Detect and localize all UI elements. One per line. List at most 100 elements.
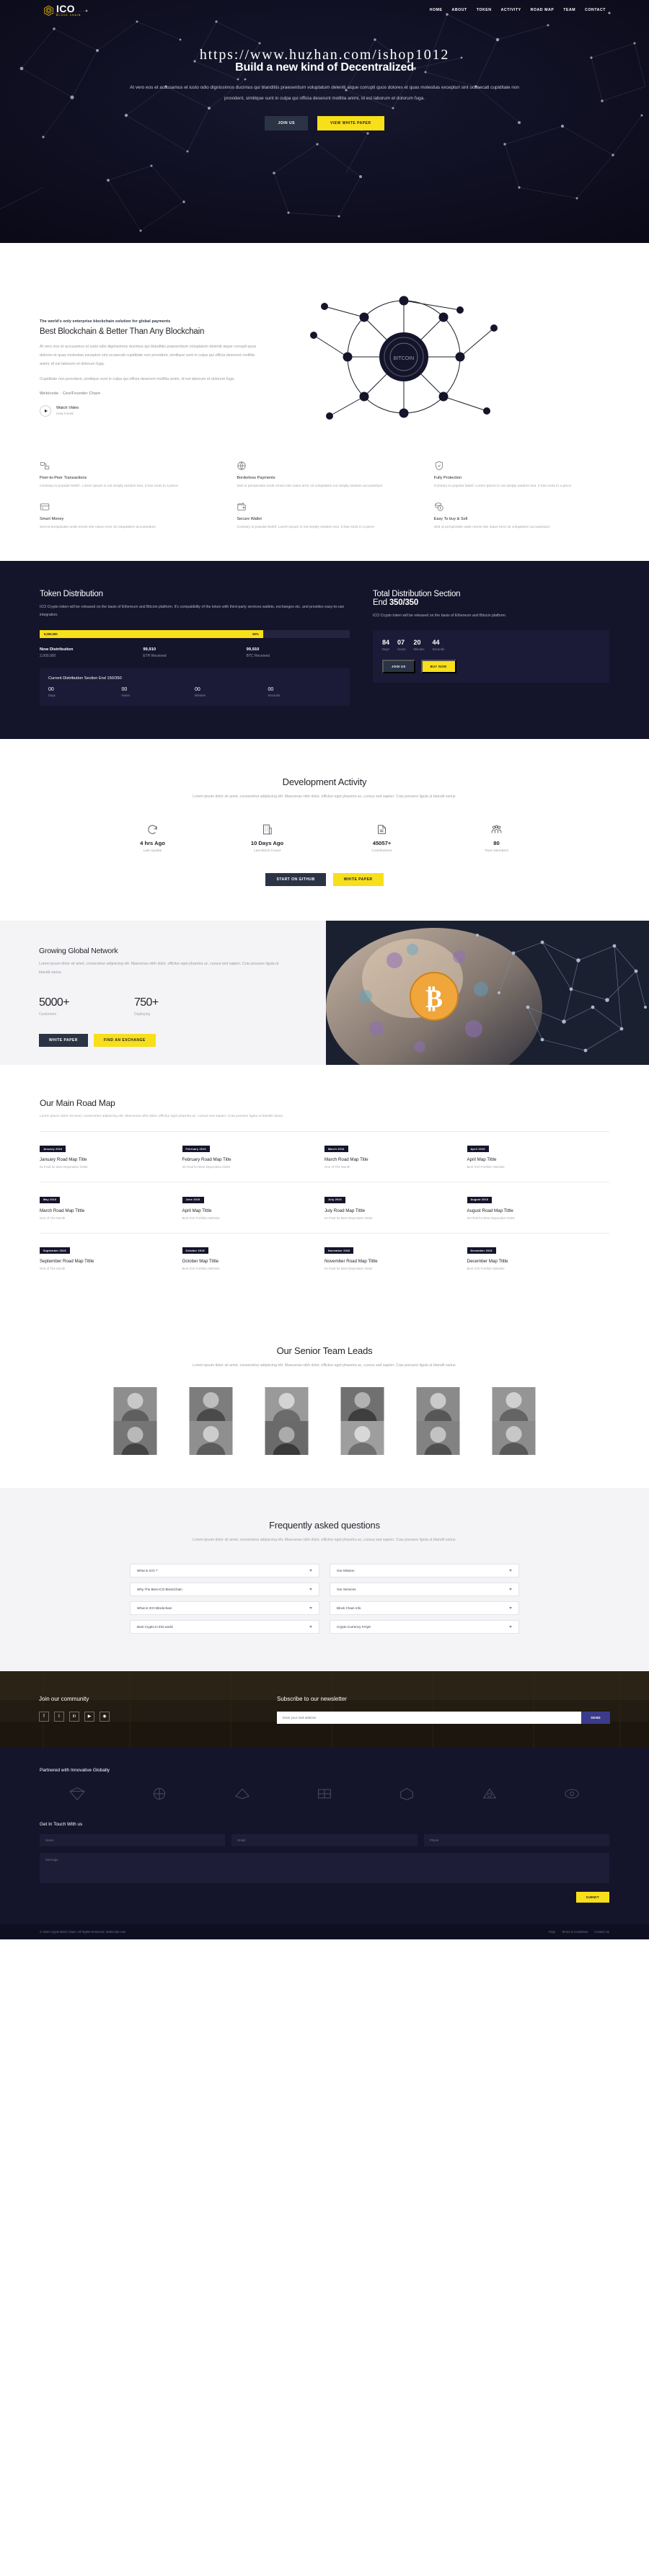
partner-logo[interactable] [451, 1784, 526, 1803]
roadmap-item[interactable]: February 2016 February Road Map Title It… [182, 1130, 324, 1182]
countdown-unit: 00 Seconds [268, 687, 342, 697]
network-white-paper-button[interactable]: WHITE PAPER [39, 1034, 88, 1048]
roadmap-badge: September 2016 [40, 1247, 70, 1254]
nav-links[interactable]: HOME ABOUT TOKEN ACTIVITY ROAD MAP TEAM … [430, 8, 606, 12]
main-navigation[interactable]: ICO BLOCK CHAIN HOME ABOUT TOKEN ACTIVIT… [0, 0, 649, 17]
contact-message-textarea[interactable] [40, 1852, 609, 1883]
start-on-github-button[interactable]: START ON GITHUB [265, 873, 326, 887]
footer-link-contact[interactable]: Contact Us [594, 1930, 609, 1934]
team-member-photo[interactable] [400, 1387, 476, 1422]
youtube-icon[interactable]: ▶ [84, 1711, 94, 1722]
feature-card: Fully Protection Contrary to popular bel… [434, 461, 609, 490]
countdown-unit: 00 Hours [122, 687, 195, 697]
roadmap-item[interactable]: September 2016 September Road Map Tittle… [40, 1232, 182, 1284]
team-member-photo[interactable] [97, 1421, 173, 1456]
dev-white-paper-button[interactable]: WHITE PAPER [332, 873, 384, 887]
total-heading-line1: Total Distribution Section [373, 589, 461, 598]
team-member-photo[interactable] [97, 1387, 173, 1422]
team-member-photo[interactable] [173, 1387, 249, 1422]
countdown-label: Minutes [195, 694, 206, 697]
contact-submit-button[interactable]: SUBMIT [575, 1891, 609, 1903]
roadmap-badge: January 2016 [40, 1146, 66, 1152]
about-paragraph-2: Cupiditate non provident, similique sunt… [40, 377, 235, 382]
nav-item-about[interactable]: ABOUT [452, 8, 467, 12]
footer-link-terms[interactable]: Terms & Conditions [562, 1930, 588, 1934]
dev-stat: 45057+ Contributions [344, 823, 420, 853]
roadmap-item[interactable]: March 2016 March Road Map Title One of T… [324, 1130, 467, 1182]
instagram-icon[interactable]: ◉ [100, 1711, 110, 1722]
roadmap-item[interactable]: August 2016 August Road Map Tittle Its F… [467, 1182, 609, 1233]
newsletter-send-button[interactable]: SEND [581, 1711, 610, 1724]
roadmap-item[interactable]: June 2016 April Map Tittle Best ICO Port… [182, 1182, 324, 1233]
hero-subtitle: At vero eos et accusamus et iusto odio d… [130, 85, 519, 101]
partner-logo[interactable] [122, 1784, 197, 1803]
faq-accordion-item[interactable]: Our Services [330, 1582, 519, 1596]
team-member-photo[interactable] [476, 1387, 552, 1422]
nav-item-contact[interactable]: CONTACT [585, 8, 606, 12]
faq-question: What is ICO ? [137, 1568, 158, 1572]
team-member-photo[interactable] [400, 1421, 476, 1456]
contact-phone-input[interactable] [423, 1833, 609, 1846]
chevron-down-icon [509, 1588, 512, 1590]
contact-email-input[interactable] [231, 1833, 418, 1846]
linkedin-icon[interactable]: in [69, 1711, 79, 1722]
nav-item-team[interactable]: TEAM [563, 8, 575, 12]
roadmap-subtitle: Its Final for Best Deperation Order [324, 1267, 373, 1270]
faq-accordion-item[interactable]: Our Mission [330, 1563, 519, 1577]
roadmap-item[interactable]: January 2016 January Road Map Title Its … [40, 1130, 182, 1182]
faq-accordion-item[interactable]: Crypto Currency FAQS [330, 1619, 519, 1634]
faq-question: Block Chain Info [337, 1606, 361, 1610]
logo[interactable]: ICO BLOCK CHAIN [43, 4, 81, 17]
faq-accordion-item[interactable]: Block Chain Info [330, 1601, 519, 1615]
faq-accordion-item[interactable]: Best Crypto in this world [130, 1619, 319, 1634]
team-member-photo[interactable] [476, 1421, 552, 1456]
roadmap-item[interactable]: April 2016 April Map Tittle Best ICO Por… [467, 1130, 609, 1182]
feature-title: Easy To buy & Sell [433, 517, 468, 522]
view-white-paper-button[interactable]: VIEW WHITE PAPER [317, 115, 384, 130]
nav-item-activity[interactable]: ACTIVITY [501, 8, 521, 12]
distribution-progress-bar: 9,000,000 50% [40, 630, 350, 638]
contact-name-input[interactable] [40, 1833, 226, 1846]
team-member-photo[interactable] [249, 1387, 324, 1422]
social-links[interactable]: f t in ▶ ◉ [39, 1711, 277, 1722]
roadmap-item[interactable]: May 2016 March Road Map Tittle One of Th… [40, 1182, 182, 1233]
twitter-icon[interactable]: t [54, 1711, 64, 1722]
newsletter-email-input[interactable] [277, 1711, 582, 1724]
team-member-photo[interactable] [173, 1421, 249, 1456]
roadmap-item[interactable]: December 2016 December Map Tittle Best I… [467, 1232, 609, 1284]
footer-link-faqs[interactable]: Faqs [549, 1930, 555, 1934]
nav-item-token[interactable]: TOKEN [477, 8, 492, 12]
footer-links[interactable]: Faqs Terms & Conditions Contact Us [549, 1930, 609, 1934]
stat-value: ETH Received [143, 654, 167, 658]
partner-logo[interactable] [205, 1784, 280, 1803]
roadmap-subtitle: Its Final for Best Deperation Order [40, 1165, 88, 1169]
nav-item-home[interactable]: HOME [430, 8, 443, 12]
faq-accordion-item[interactable]: What is ICO ? [130, 1563, 319, 1577]
partner-logo[interactable] [40, 1784, 115, 1803]
countdown-number: 00 [121, 687, 128, 692]
watch-video-button[interactable]: Watch Video How it work [40, 404, 263, 417]
team-member-photo[interactable] [324, 1387, 400, 1422]
hero-title: Build a new kind of Decentralized [235, 61, 414, 74]
nav-item-road-map[interactable]: ROAD MAP [531, 8, 555, 12]
team-member-photo[interactable] [324, 1421, 400, 1456]
feature-title: Peer-to-Peer Transactions [40, 476, 87, 480]
partner-logo[interactable] [534, 1784, 609, 1803]
roadmap-item[interactable]: July 2016 July Road Map Tittle Its Final… [324, 1182, 467, 1233]
token-join-us-button[interactable]: JOIN US [382, 660, 415, 674]
countdown-unit: 00 Days [48, 687, 122, 697]
join-us-button[interactable]: JOIN US [265, 115, 308, 130]
find-an-exchange-button[interactable]: FIND AN EXCHANGE [93, 1034, 156, 1048]
facebook-icon[interactable]: f [39, 1711, 49, 1722]
roadmap-title: April Map Tittle [182, 1208, 212, 1213]
faq-accordion-item[interactable]: What is ICO Blockchain [130, 1601, 319, 1615]
token-buy-now-button[interactable]: BUY NOW [420, 660, 456, 674]
roadmap-item[interactable]: October 2016 October Map Tittle Best ICO… [182, 1232, 324, 1284]
faq-accordion-item[interactable]: Why The Best ICO BlockChain [130, 1582, 319, 1596]
partner-logo[interactable] [369, 1784, 444, 1803]
roadmap-item[interactable]: November 2016 November Road Map Tittle I… [324, 1232, 467, 1284]
partner-logo[interactable] [287, 1784, 362, 1803]
team-member-photo[interactable] [249, 1421, 324, 1456]
countdown-unit: 07 Hours [397, 639, 405, 651]
token-heading: Token Distribution [40, 589, 103, 598]
